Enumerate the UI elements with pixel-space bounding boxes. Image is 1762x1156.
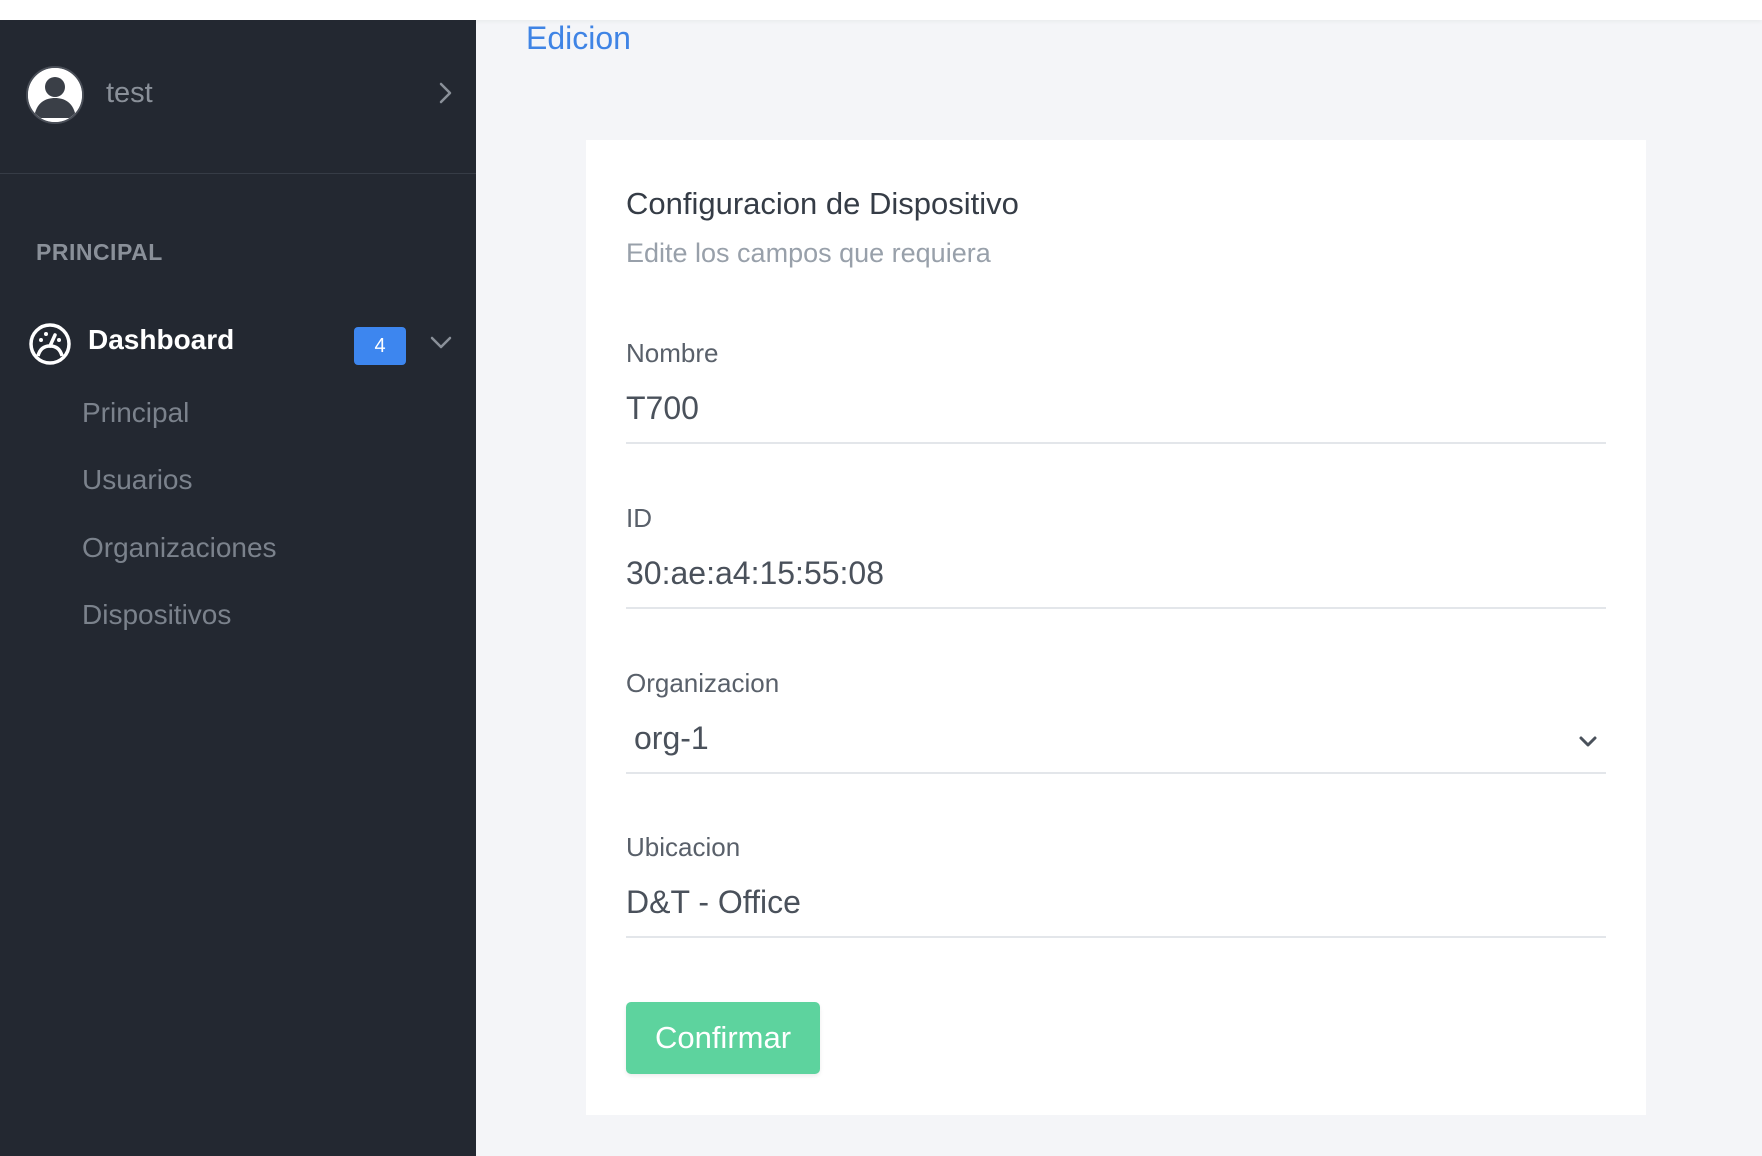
chevron-right-icon: [430, 78, 460, 108]
organizacion-label: Organizacion: [626, 668, 780, 698]
confirm-button[interactable]: Confirmar: [626, 1002, 820, 1074]
sidebar-item-label: Dashboard: [88, 324, 235, 355]
nombre-label: Nombre: [626, 338, 719, 368]
sidebar: test PRINCIPAL Dashboard 4 Principal Usu…: [0, 20, 476, 1156]
sidebar-item-usuarios[interactable]: Usuarios: [82, 464, 192, 496]
chevron-down-icon[interactable]: [424, 327, 458, 357]
device-config-card: Configuracion de Dispositivo Edite los c…: [586, 140, 1646, 1115]
id-value: 30:ae:a4:15:55:08: [626, 555, 885, 591]
ubicacion-value: D&T - Office: [626, 884, 801, 920]
sidebar-item-dashboard[interactable]: Dashboard 4: [0, 315, 476, 385]
id-field[interactable]: 30:ae:a4:15:55:08: [626, 545, 1606, 609]
card-title: Configuracion de Dispositivo: [626, 186, 1019, 221]
id-label: ID: [626, 503, 652, 533]
sidebar-item-organizaciones[interactable]: Organizaciones: [82, 532, 277, 564]
nombre-field[interactable]: T700: [626, 380, 1606, 444]
card-subtitle: Edite los campos que requiera: [626, 238, 991, 268]
user-profile[interactable]: test: [0, 20, 476, 174]
chevron-down-icon: [1576, 732, 1600, 752]
sidebar-item-dispositivos[interactable]: Dispositivos: [82, 599, 231, 631]
sidebar-item-principal[interactable]: Principal: [82, 397, 189, 429]
user-name: test: [106, 77, 153, 109]
top-bar: [0, 0, 1762, 20]
organizacion-select[interactable]: org-1: [626, 710, 1606, 774]
nombre-value: T700: [626, 390, 699, 426]
user-avatar-icon: [26, 66, 84, 124]
page-title: Edicion: [526, 20, 631, 56]
ubicacion-field[interactable]: D&T - Office: [626, 874, 1606, 938]
notification-badge: 4: [354, 327, 406, 365]
dashboard-gauge-icon: [28, 322, 72, 366]
ubicacion-label: Ubicacion: [626, 832, 741, 862]
section-label-principal: PRINCIPAL: [36, 239, 163, 265]
organizacion-value: org-1: [634, 720, 709, 756]
